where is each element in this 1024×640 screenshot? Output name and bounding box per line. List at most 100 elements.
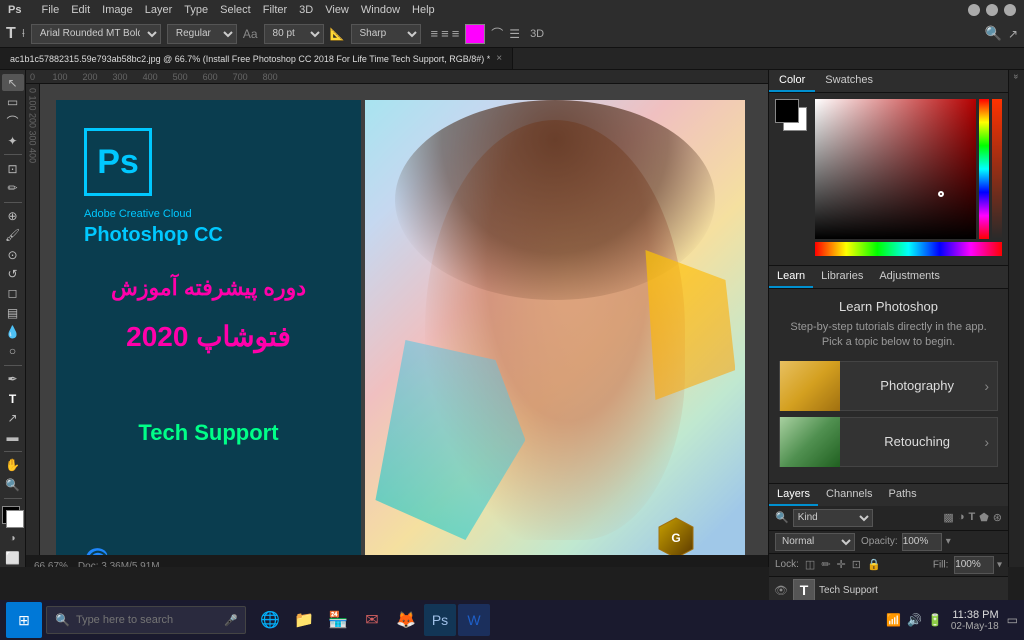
quick-mask-tool[interactable]: ◑ [2, 530, 24, 547]
path-selection-tool[interactable]: ↗ [2, 409, 24, 426]
color-selector[interactable] [0, 506, 26, 528]
shape-tool[interactable]: ▬ [2, 429, 24, 446]
fill-input[interactable] [954, 556, 994, 574]
foreground-color-box[interactable] [775, 99, 799, 123]
crop-tool[interactable]: ⊡ [2, 160, 24, 177]
text-color-swatch[interactable] [465, 24, 485, 44]
learn-item-photography[interactable]: Photography › [779, 361, 998, 411]
menu-filter[interactable]: Filter [263, 4, 287, 16]
layer-filter-select[interactable]: Kind [793, 509, 873, 527]
start-button[interactable]: ⊞ [6, 602, 42, 638]
blend-mode-select[interactable]: Normal [775, 533, 855, 551]
menu-file[interactable]: File [41, 4, 59, 16]
color-saturation-picker[interactable] [815, 99, 976, 239]
menu-image[interactable]: Image [102, 4, 133, 16]
lock-artboard-icon[interactable]: ⊡ [852, 558, 861, 571]
taskbar-app-firefox[interactable]: 🦊 [390, 604, 422, 636]
alpha-slider[interactable] [992, 99, 1002, 239]
screen-mode-tool[interactable]: ⬜ [2, 550, 24, 567]
tab-layers[interactable]: Layers [769, 484, 818, 506]
filter-adjustment-icon[interactable]: ◑ [958, 511, 965, 524]
network-icon[interactable]: 📶 [886, 613, 901, 627]
opacity-input[interactable] [902, 533, 942, 551]
magic-wand-tool[interactable]: ✦ [2, 132, 24, 149]
marquee-tool[interactable]: ▭ [2, 93, 24, 110]
gradient-tool[interactable]: ▤ [2, 304, 24, 321]
blur-tool[interactable]: 💧 [2, 323, 24, 340]
tab-color[interactable]: Color [769, 70, 815, 92]
layer-visibility-toggle-0[interactable]: 👁 [773, 584, 789, 597]
taskbar-app-photoshop[interactable]: Ps [424, 604, 456, 636]
collapse-panels-button[interactable]: » [1012, 74, 1022, 79]
lock-transparent-icon[interactable]: ◫ [805, 558, 815, 571]
search-icon[interactable]: 🔍 [985, 25, 1002, 42]
menu-layer[interactable]: Layer [145, 4, 173, 16]
minimize-button[interactable]: − [968, 4, 980, 16]
taskbar-clock[interactable]: 11:38 PM 02-May-18 [951, 609, 999, 632]
fill-chevron-icon[interactable]: ▾ [997, 559, 1002, 570]
hue-slider[interactable] [979, 99, 989, 239]
align-right-icon[interactable]: ≡ [452, 26, 460, 41]
taskbar-app-store[interactable]: 🏪 [322, 604, 354, 636]
tab-libraries[interactable]: Libraries [813, 266, 871, 288]
filter-smart-icon[interactable]: ⊛ [993, 511, 1002, 524]
menu-view[interactable]: View [325, 4, 349, 16]
lock-image-icon[interactable]: ✏ [821, 558, 830, 571]
color-spectrum-bar[interactable] [815, 242, 1002, 256]
taskbar-app-mail[interactable]: ✉ [356, 604, 388, 636]
clone-stamp-tool[interactable]: ⊙ [2, 246, 24, 263]
filter-type-icon[interactable]: T [968, 511, 975, 524]
lock-all-icon[interactable]: 🔒 [867, 558, 881, 571]
text-tool[interactable]: T [2, 390, 24, 407]
anti-alias-select[interactable]: Sharp [351, 24, 421, 44]
align-left-icon[interactable]: ≡ [431, 26, 439, 41]
3d-text-icon[interactable]: 3D [530, 28, 544, 40]
lock-move-icon[interactable]: ✛ [837, 558, 846, 571]
move-tool[interactable]: ↖ [2, 74, 24, 91]
tab-paths[interactable]: Paths [881, 484, 925, 506]
menu-window[interactable]: Window [361, 4, 400, 16]
eraser-tool[interactable]: ◻ [2, 285, 24, 302]
background-color[interactable] [6, 510, 24, 528]
taskbar-app-explorer[interactable]: 📁 [288, 604, 320, 636]
tab-swatches[interactable]: Swatches [815, 70, 883, 92]
taskbar-search[interactable]: 🔍 🎤 [46, 606, 246, 634]
brush-tool[interactable]: 🖌 [2, 227, 24, 244]
history-brush-tool[interactable]: ↺ [2, 265, 24, 282]
show-desktop-icon[interactable]: ▭ [1007, 613, 1018, 627]
tab-adjustments[interactable]: Adjustments [871, 266, 948, 288]
battery-icon[interactable]: 🔋 [928, 613, 943, 627]
close-button[interactable]: × [1004, 4, 1016, 16]
font-style-select[interactable]: Regular [167, 24, 237, 44]
filter-shape-icon[interactable]: ⬟ [979, 511, 989, 524]
dodge-tool[interactable]: ○ [2, 343, 24, 360]
menu-3d[interactable]: 3D [299, 4, 313, 16]
eyedropper-tool[interactable]: ✏ [2, 179, 24, 196]
character-panel-icon[interactable]: ☰ [509, 27, 520, 41]
menu-select[interactable]: Select [220, 4, 251, 16]
active-tab[interactable]: ac1b1c57882315.59e793ab58bc2.jpg @ 66.7%… [0, 48, 513, 69]
hand-tool[interactable]: ✋ [2, 457, 24, 474]
zoom-tool[interactable]: 🔍 [2, 476, 24, 493]
tab-channels[interactable]: Channels [818, 484, 880, 506]
share-icon[interactable]: ↗ [1008, 27, 1018, 41]
warp-text-icon[interactable]: ⌒ [491, 25, 503, 42]
menu-help[interactable]: Help [412, 4, 435, 16]
lasso-tool[interactable]: ⌒ [2, 113, 24, 130]
pen-tool[interactable]: ✒ [2, 371, 24, 388]
tab-learn[interactable]: Learn [769, 266, 813, 288]
font-family-select[interactable]: Arial Rounded MT Bold [31, 24, 161, 44]
volume-icon[interactable]: 🔊 [907, 613, 922, 627]
taskbar-search-input[interactable] [76, 614, 218, 626]
fg-bg-color-selector[interactable] [775, 99, 811, 259]
tab-close-button[interactable]: × [496, 53, 502, 64]
healing-brush-tool[interactable]: ⊕ [2, 207, 24, 224]
taskbar-app-word[interactable]: W [458, 604, 490, 636]
learn-item-retouching[interactable]: Retouching › [779, 417, 998, 467]
filter-pixel-icon[interactable]: ▩ [943, 511, 953, 524]
menu-type[interactable]: Type [184, 4, 208, 16]
maximize-button[interactable]: □ [986, 4, 998, 16]
align-center-icon[interactable]: ≡ [441, 26, 449, 41]
opacity-chevron-icon[interactable]: ▾ [946, 536, 951, 547]
menu-edit[interactable]: Edit [71, 4, 90, 16]
